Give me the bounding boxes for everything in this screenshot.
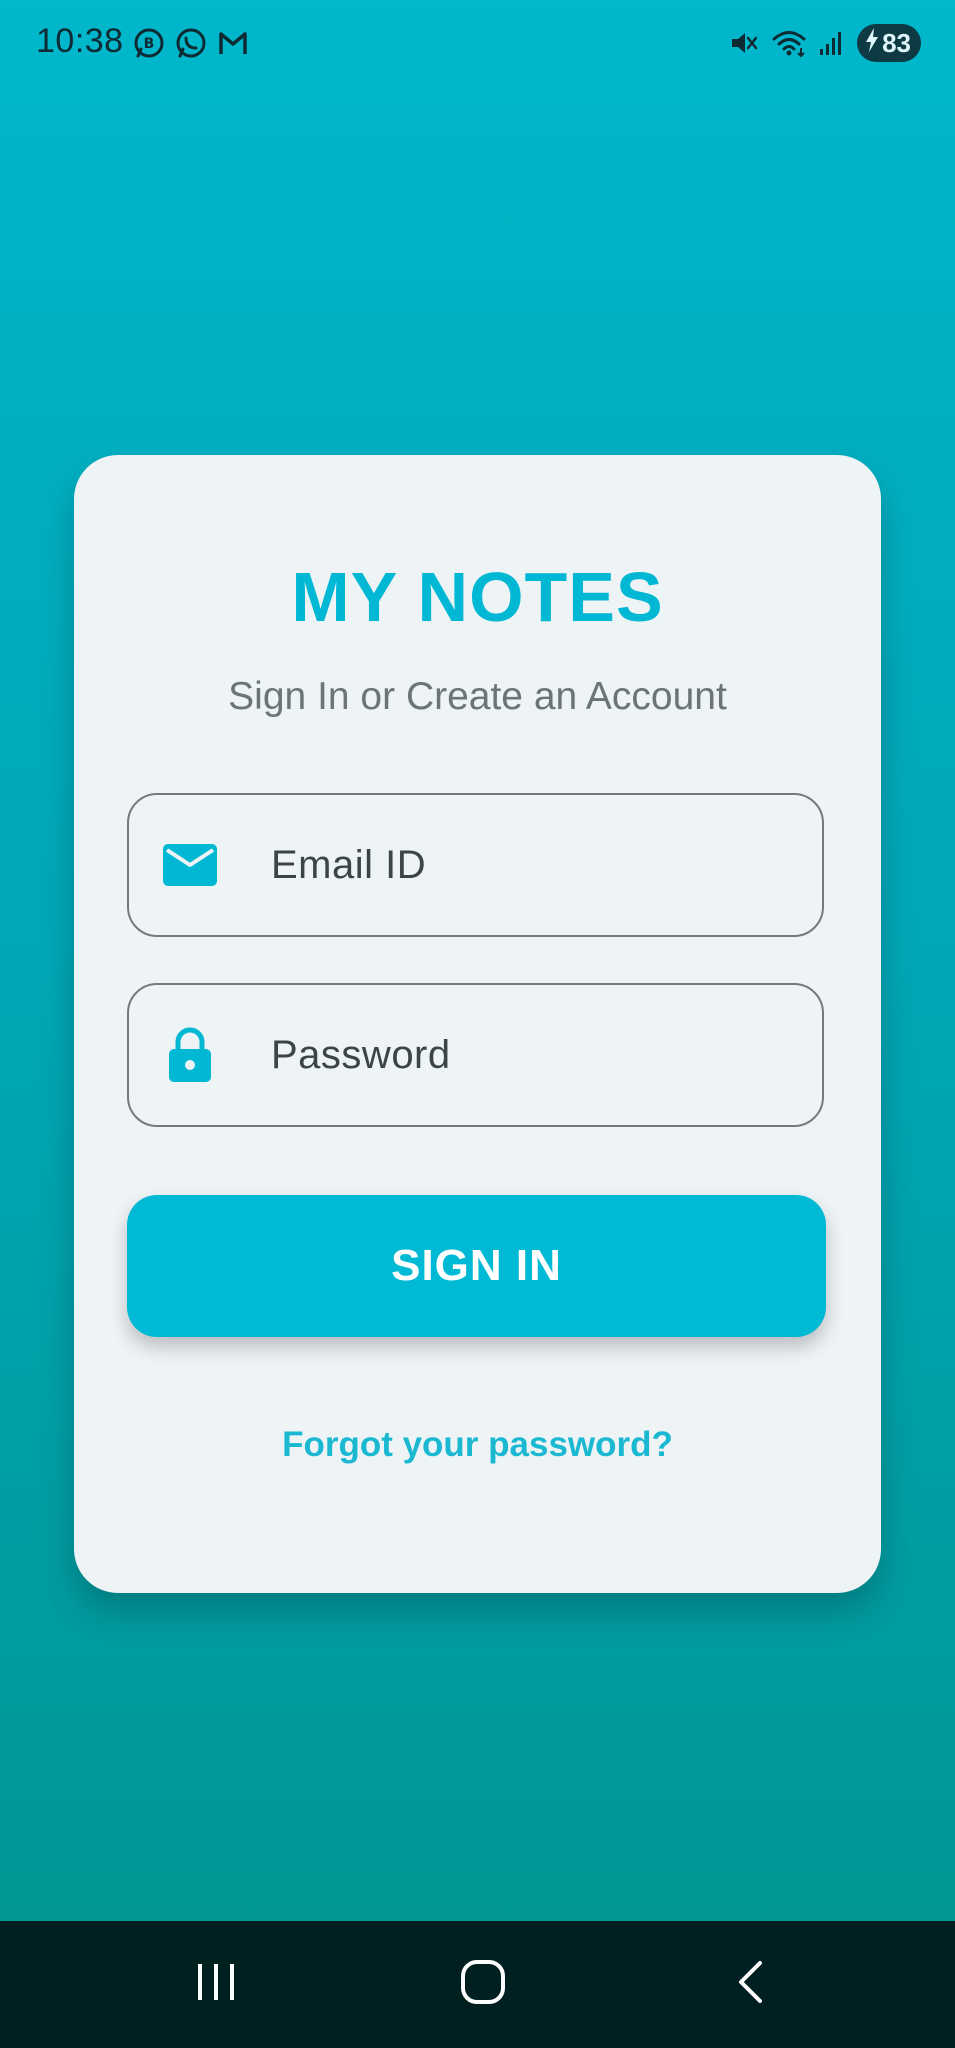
status-bar: 10:38 B 83	[0, 0, 955, 86]
back-icon	[733, 1959, 767, 2010]
login-card: MY NOTES Sign In or Create an Account SI…	[74, 455, 881, 1593]
back-button[interactable]	[715, 1951, 785, 2017]
lock-icon	[163, 1027, 217, 1082]
navigation-bar	[0, 1921, 955, 2048]
mute-icon	[729, 28, 759, 58]
app-title: MY NOTES	[291, 558, 664, 636]
battery-indicator: 83	[857, 24, 921, 62]
charging-bolt-icon	[865, 27, 879, 59]
email-field[interactable]	[127, 793, 824, 937]
recents-button[interactable]	[181, 1951, 251, 2017]
svg-text:B: B	[144, 36, 155, 52]
battery-level: 83	[882, 27, 911, 58]
forgot-password-link[interactable]: Forgot your password?	[74, 1425, 881, 1465]
mail-icon	[163, 838, 217, 892]
notification-icons: B	[132, 26, 250, 60]
sign-in-button[interactable]: SIGN IN	[127, 1195, 826, 1337]
whatsapp-business-icon: B	[132, 26, 166, 60]
app-subtitle: Sign In or Create an Account	[228, 675, 727, 718]
password-input[interactable]	[269, 1031, 773, 1079]
password-field[interactable]	[127, 983, 824, 1127]
whatsapp-icon	[174, 26, 208, 60]
gmail-icon	[216, 26, 250, 60]
cell-signal-icon	[819, 29, 845, 57]
system-icons: 83	[729, 24, 921, 62]
wifi-icon	[771, 28, 807, 58]
email-input[interactable]	[269, 841, 773, 889]
status-time: 10:38	[36, 22, 124, 60]
home-icon	[460, 1959, 506, 2010]
home-button[interactable]	[448, 1951, 518, 2017]
recents-icon	[194, 1962, 238, 2007]
